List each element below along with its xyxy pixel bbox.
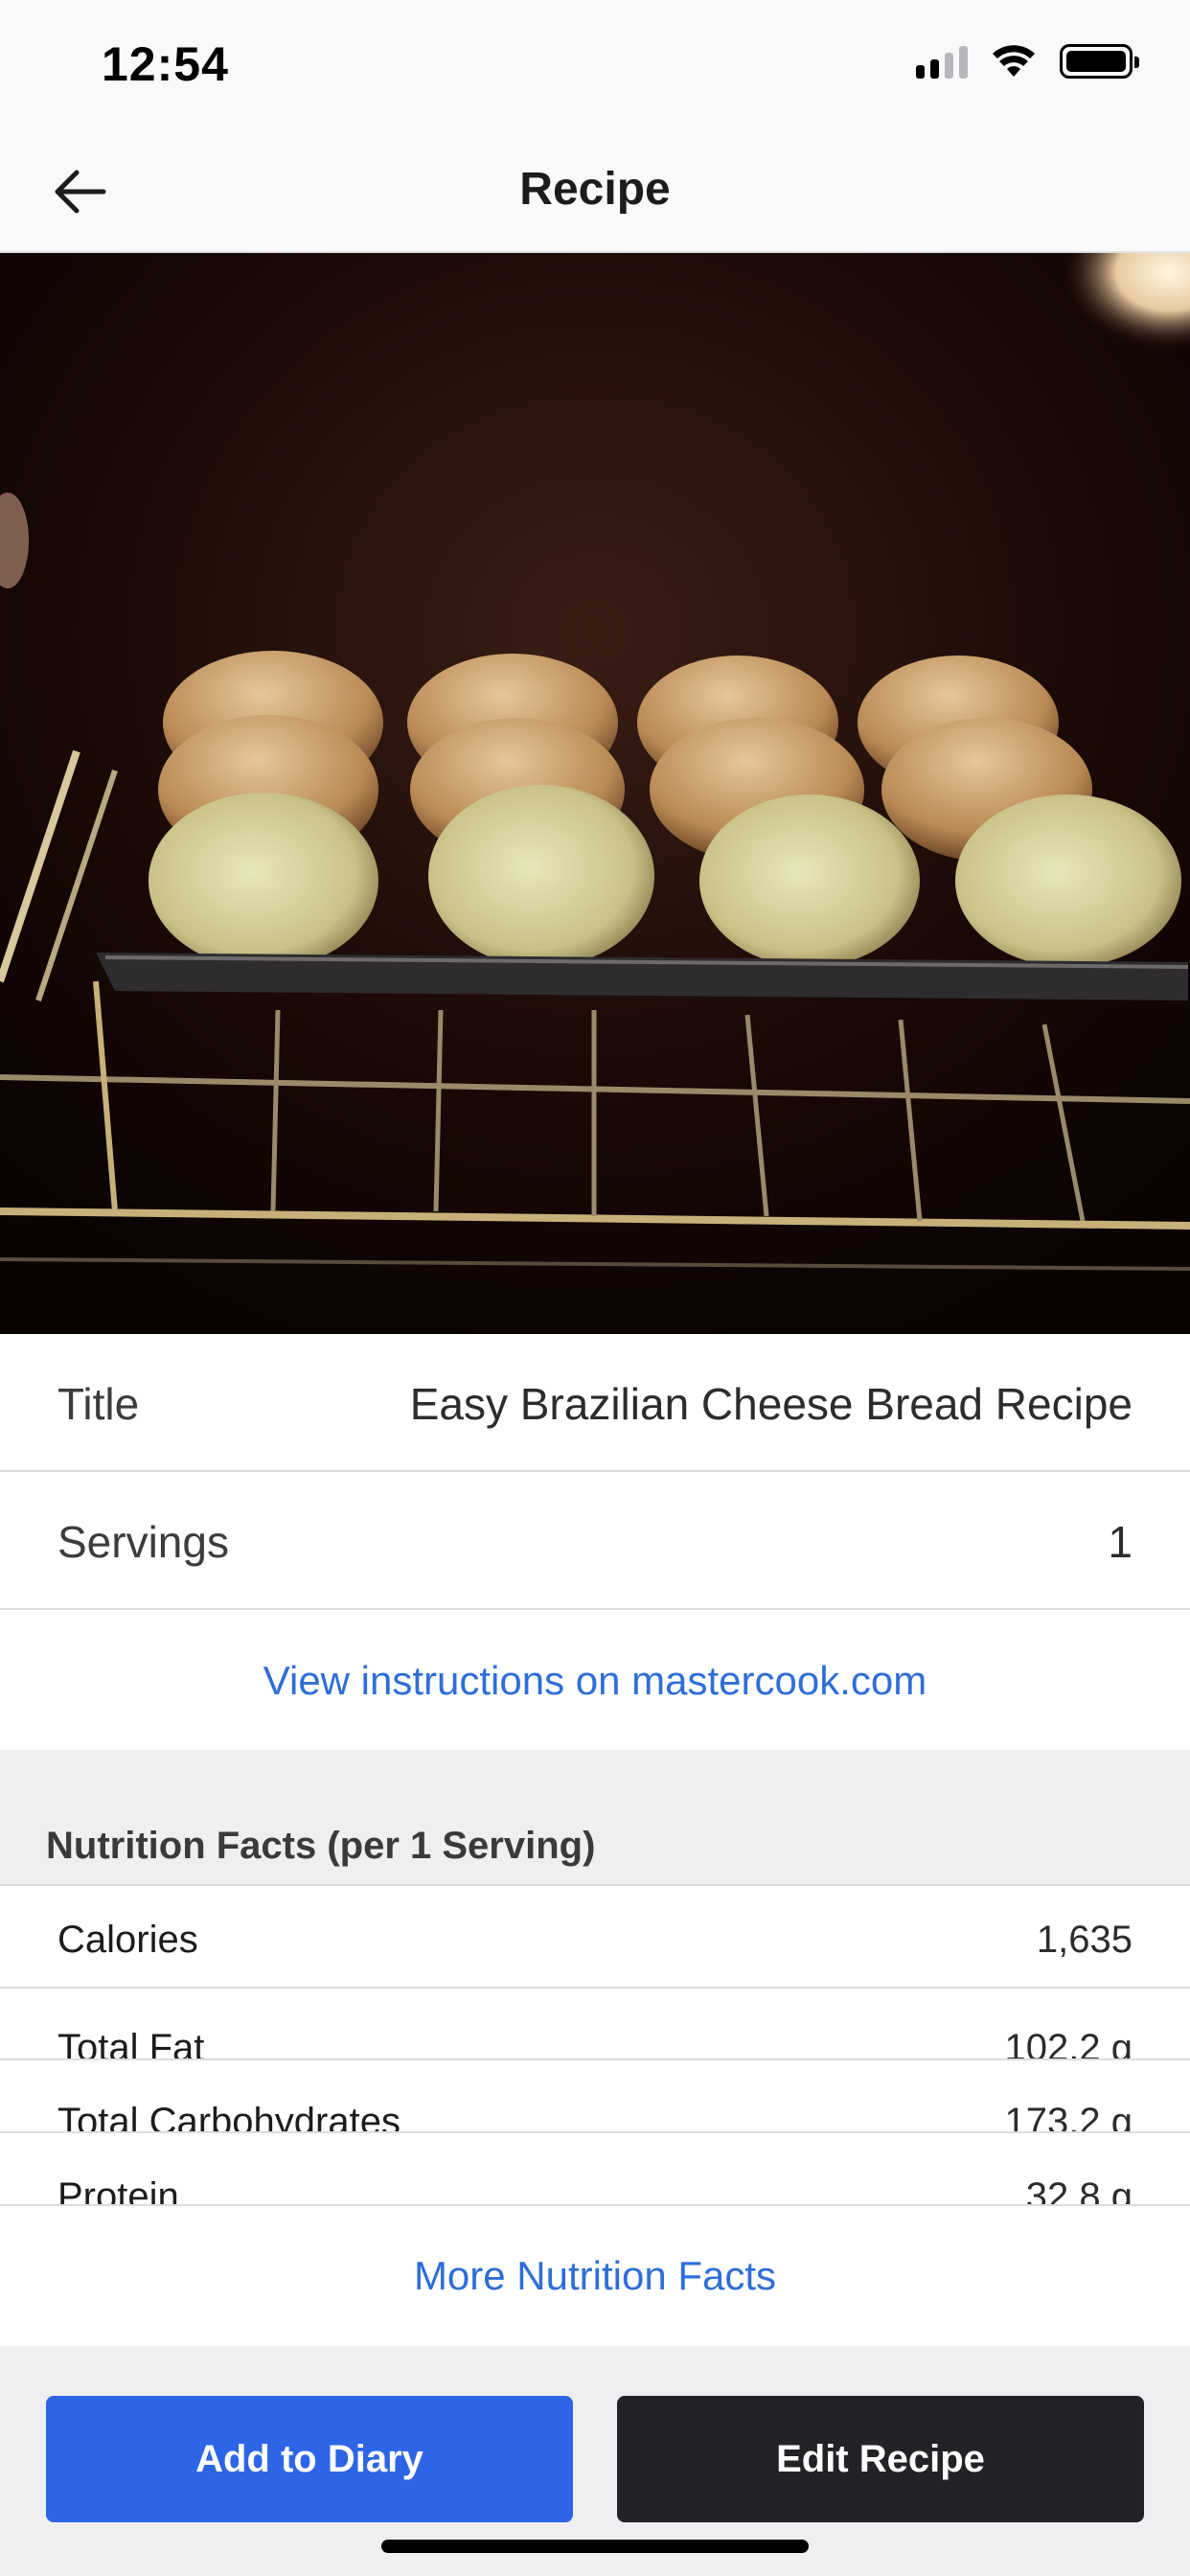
add-to-diary-button[interactable]: Add to Diary [46, 2396, 573, 2522]
more-nutrition-facts-label: More Nutrition Facts [413, 2253, 777, 2298]
title-label: Title [57, 1379, 140, 1429]
nutrition-value: 1,635 [1036, 1919, 1133, 1961]
wifi-icon [993, 45, 1035, 77]
battery-icon [1060, 44, 1139, 79]
nav-bar: Recipe [0, 130, 1190, 253]
status-bar: 12:54 [0, 0, 1190, 130]
nutrition-row-protein: Protein 32.8 g [0, 2133, 1190, 2218]
home-indicator[interactable] [381, 2540, 809, 2553]
recipe-photo-illustration [0, 253, 1190, 1334]
nutrition-row-total-carbohydrates: Total Carbohydrates 173.2 g [0, 2060, 1190, 2143]
divider [0, 1608, 1190, 1610]
servings-row[interactable]: Servings 1 [0, 1472, 1190, 1610]
nutrition-label: Calories [57, 1919, 198, 1961]
nutrition-row-calories: Calories 1,635 [0, 1886, 1190, 1988]
recipe-title-row[interactable]: Title Easy Brazilian Cheese Bread Recipe [0, 1334, 1190, 1472]
title-value: Easy Brazilian Cheese Bread Recipe [409, 1379, 1133, 1429]
nutrition-section-header: Nutrition Facts (per 1 Serving) [46, 1825, 596, 1867]
cellular-signal-icon [916, 44, 968, 79]
view-instructions-link[interactable]: View instructions on mastercook.com [0, 1612, 1190, 1750]
servings-value: 1 [1108, 1517, 1133, 1567]
action-footer: Add to Diary Edit Recipe [0, 2346, 1190, 2576]
recipe-photo [0, 253, 1190, 1334]
servings-label: Servings [57, 1517, 229, 1567]
more-nutrition-facts-link[interactable]: More Nutrition Facts [0, 2206, 1190, 2346]
nutrition-row-total-fat: Total Fat 102.2 g [0, 1989, 1190, 2069]
page-title: Recipe [519, 164, 671, 215]
view-instructions-label: View instructions on mastercook.com [263, 1658, 927, 1703]
edit-recipe-button[interactable]: Edit Recipe [617, 2396, 1144, 2522]
status-icons [916, 44, 1139, 79]
status-time: 12:54 [102, 37, 229, 91]
